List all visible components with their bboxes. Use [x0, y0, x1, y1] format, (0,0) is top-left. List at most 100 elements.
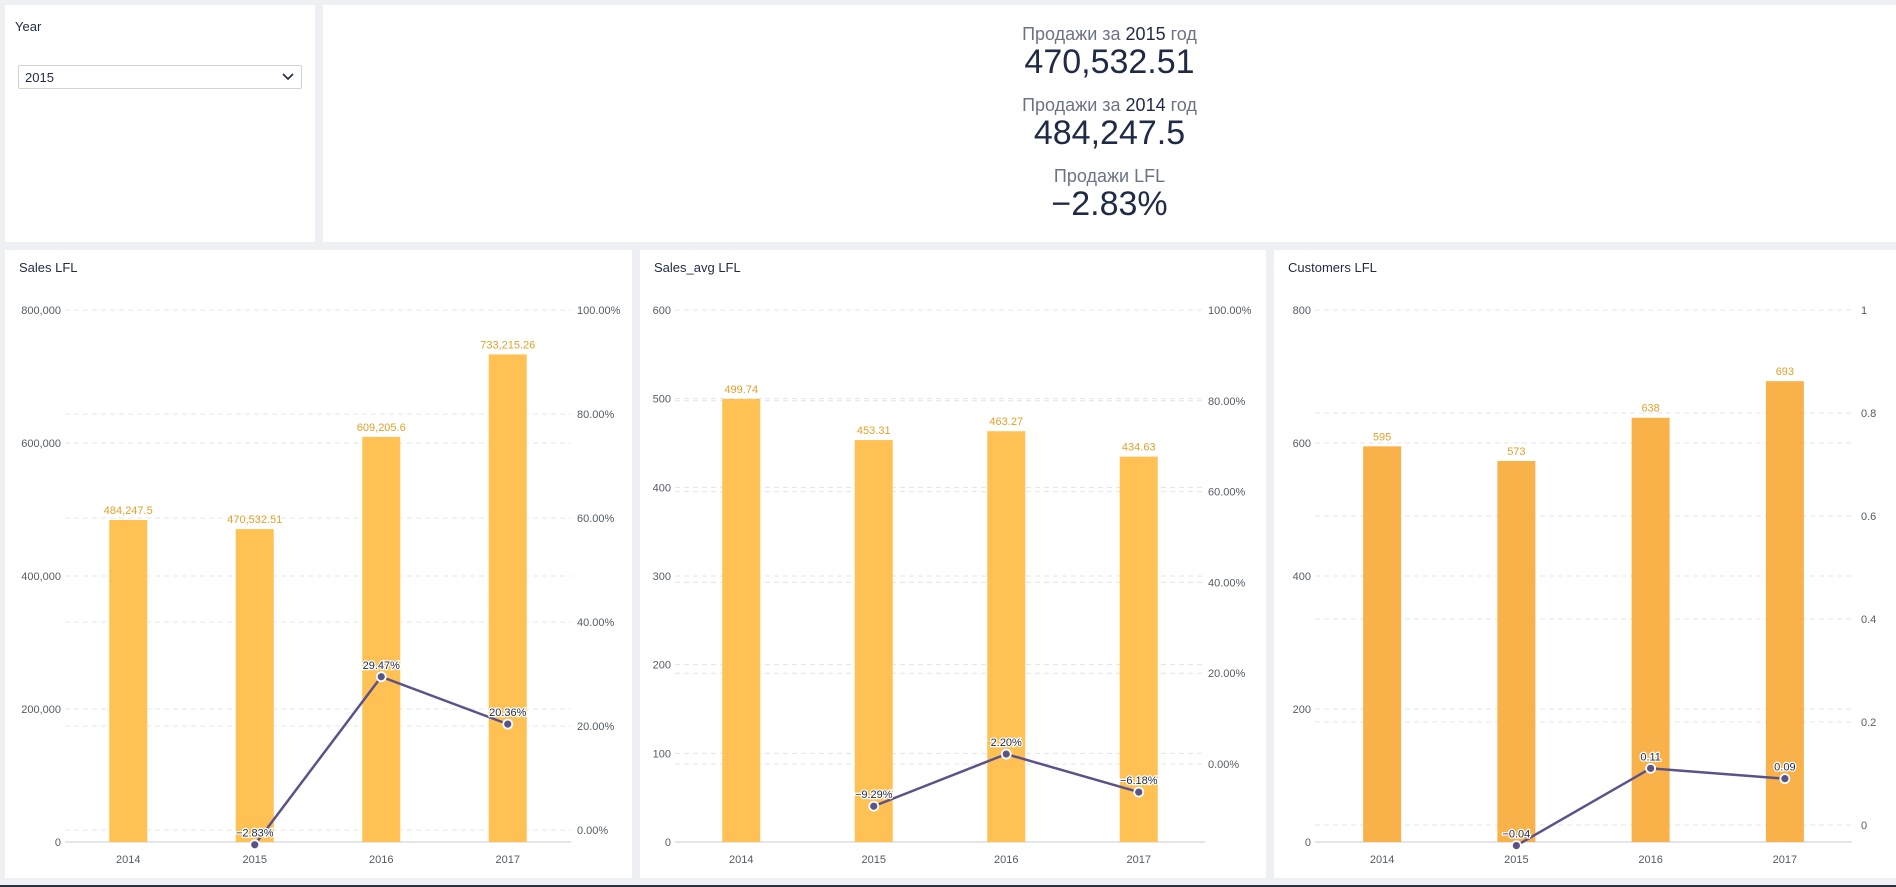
lfl-point [1000, 748, 1012, 760]
bar [362, 436, 401, 842]
bar-value-label: 693 [1776, 366, 1794, 378]
lfl-value-label: −9.29% [855, 789, 893, 801]
x-tick-label: 2014 [1370, 854, 1394, 866]
x-tick-label: 2015 [243, 854, 267, 866]
filter-title: Year [15, 19, 42, 34]
y-tick-label: 800 [1293, 305, 1311, 317]
year-select-value: 2015 [25, 70, 54, 85]
lfl-point [375, 671, 387, 683]
x-tick-label: 2016 [994, 854, 1018, 866]
y2-tick-label: 0.00% [577, 825, 608, 837]
bar [1497, 460, 1536, 842]
bar [854, 440, 893, 842]
bar-value-label: 573 [1507, 446, 1525, 458]
x-tick-label: 2014 [116, 854, 140, 866]
bar-value-label: 470,532.51 [227, 514, 282, 526]
y-tick-label: 100 [653, 748, 671, 760]
x-tick-label: 2017 [496, 854, 520, 866]
bar-value-label: 609,205.6 [357, 422, 406, 434]
bar-value-label: 463.27 [989, 416, 1023, 428]
y-tick-label: 600 [653, 305, 671, 317]
year-select[interactable]: 2015 [18, 65, 302, 89]
chevron-down-icon [282, 73, 294, 81]
bar [987, 431, 1026, 842]
y-tick-label: 400 [1293, 571, 1311, 583]
customers-lfl-chart: 0 200 400 600 800 0 0.2 0.4 0.6 0.8 1 595 573 638 693 2… [1293, 305, 1877, 866]
bar-value-label: 638 [1641, 403, 1659, 415]
lfl-value-label: −6.18% [1120, 775, 1158, 787]
lfl-point [1645, 762, 1657, 774]
y2-tick-label: 100.00% [1208, 305, 1252, 317]
lfl-value-label: 29.47% [363, 660, 401, 672]
lfl-value-label: 0.11 [1640, 751, 1661, 763]
kpi-panel: Продажи за 2015 год 470,532.51 Продажи з… [323, 5, 1896, 242]
sales-lfl-chart-panel: Sales LFL 0 200,000 400,000 600,000 800,000 0… [5, 250, 632, 878]
y-tick-label: 600,000 [21, 438, 61, 450]
y2-tick-label: 0.00% [1208, 759, 1239, 771]
x-tick-label: 2015 [1504, 854, 1528, 866]
bar [722, 398, 761, 842]
y-tick-label: 400,000 [21, 571, 61, 583]
kpi-value-sales-lfl: −2.83% [1051, 185, 1168, 223]
y2-tick-label: 80.00% [1208, 396, 1246, 408]
bar [1363, 446, 1402, 842]
lfl-value-label: 0.09 [1774, 762, 1795, 774]
lfl-value-label: 2.20% [991, 737, 1022, 749]
y-tick-label: 500 [653, 394, 671, 406]
y2-tick-label: 0.4 [1861, 614, 1876, 626]
x-tick-label: 2017 [1773, 854, 1797, 866]
lfl-point [868, 800, 880, 812]
lfl-value-label: −0.04 [1502, 829, 1530, 841]
y-tick-label: 0 [1305, 837, 1311, 849]
y2-tick-label: 60.00% [1208, 487, 1246, 499]
lfl-point [1133, 786, 1145, 798]
y2-tick-label: 1 [1861, 305, 1867, 317]
y-tick-label: 600 [1293, 438, 1311, 450]
lfl-point [1779, 773, 1791, 785]
lfl-point [1510, 840, 1522, 851]
bar [235, 529, 274, 842]
y2-tick-label: 60.00% [577, 513, 615, 525]
y-tick-label: 200 [1293, 704, 1311, 716]
y2-tick-label: 40.00% [577, 617, 615, 629]
kpi-label-sales-2015: Продажи за 2015 год [1022, 24, 1197, 44]
lfl-value-label: 20.36% [489, 707, 527, 719]
y2-tick-label: 40.00% [1208, 577, 1246, 589]
sales-avg-lfl-chart: 0 100 200 300 400 500 600 0.00% 20.00% 40.00% 60.0… [653, 305, 1252, 866]
kpi-value-sales-2015: 470,532.51 [1024, 43, 1195, 81]
y2-tick-label: 0.2 [1861, 717, 1876, 729]
sales-lfl-chart: 0 200,000 400,000 600,000 800,000 0.00% 20.00%… [21, 305, 621, 866]
y-tick-label: 200,000 [21, 704, 61, 716]
sales-avg-lfl-chart-panel: Sales_avg LFL 0 100 200 300 400 500 600 0.00% 20… [640, 250, 1266, 878]
year-filter-panel: Year 2015 [5, 5, 315, 242]
y-tick-label: 0 [55, 837, 61, 849]
y-tick-label: 0 [665, 837, 671, 849]
y-tick-label: 800,000 [21, 305, 61, 317]
bar-value-label: 595 [1373, 431, 1391, 443]
y2-tick-label: 0 [1861, 820, 1867, 832]
bar-value-label: 499.74 [724, 384, 758, 396]
y-tick-label: 400 [653, 482, 671, 494]
x-tick-label: 2016 [369, 854, 393, 866]
y-tick-label: 300 [653, 571, 671, 583]
y2-tick-label: 0.8 [1861, 408, 1876, 420]
y2-tick-label: 100.00% [577, 305, 621, 317]
bar-value-label: 453.31 [857, 425, 891, 437]
lfl-point [249, 839, 261, 851]
bar [488, 354, 527, 842]
y2-tick-label: 20.00% [1208, 668, 1246, 680]
y2-tick-label: 80.00% [577, 409, 615, 421]
x-tick-label: 2016 [1638, 854, 1662, 866]
lfl-point [502, 718, 514, 730]
kpi-value-sales-2014: 484,247.5 [1033, 114, 1186, 152]
bar [109, 519, 148, 842]
x-tick-label: 2014 [729, 854, 753, 866]
x-tick-label: 2017 [1127, 854, 1151, 866]
bar-value-label: 484,247.5 [104, 505, 153, 517]
y-tick-label: 200 [653, 660, 671, 672]
bar-value-label: 434.63 [1122, 442, 1156, 454]
kpi-label-sales-lfl: Продажи LFL [1053, 166, 1166, 186]
customers-lfl-chart-panel: Customers LFL 0 200 400 600 800 0 0.2 0.4 0.6 0.8… [1274, 250, 1896, 878]
lfl-value-label: −2.83% [236, 828, 274, 840]
x-tick-label: 2015 [862, 854, 886, 866]
